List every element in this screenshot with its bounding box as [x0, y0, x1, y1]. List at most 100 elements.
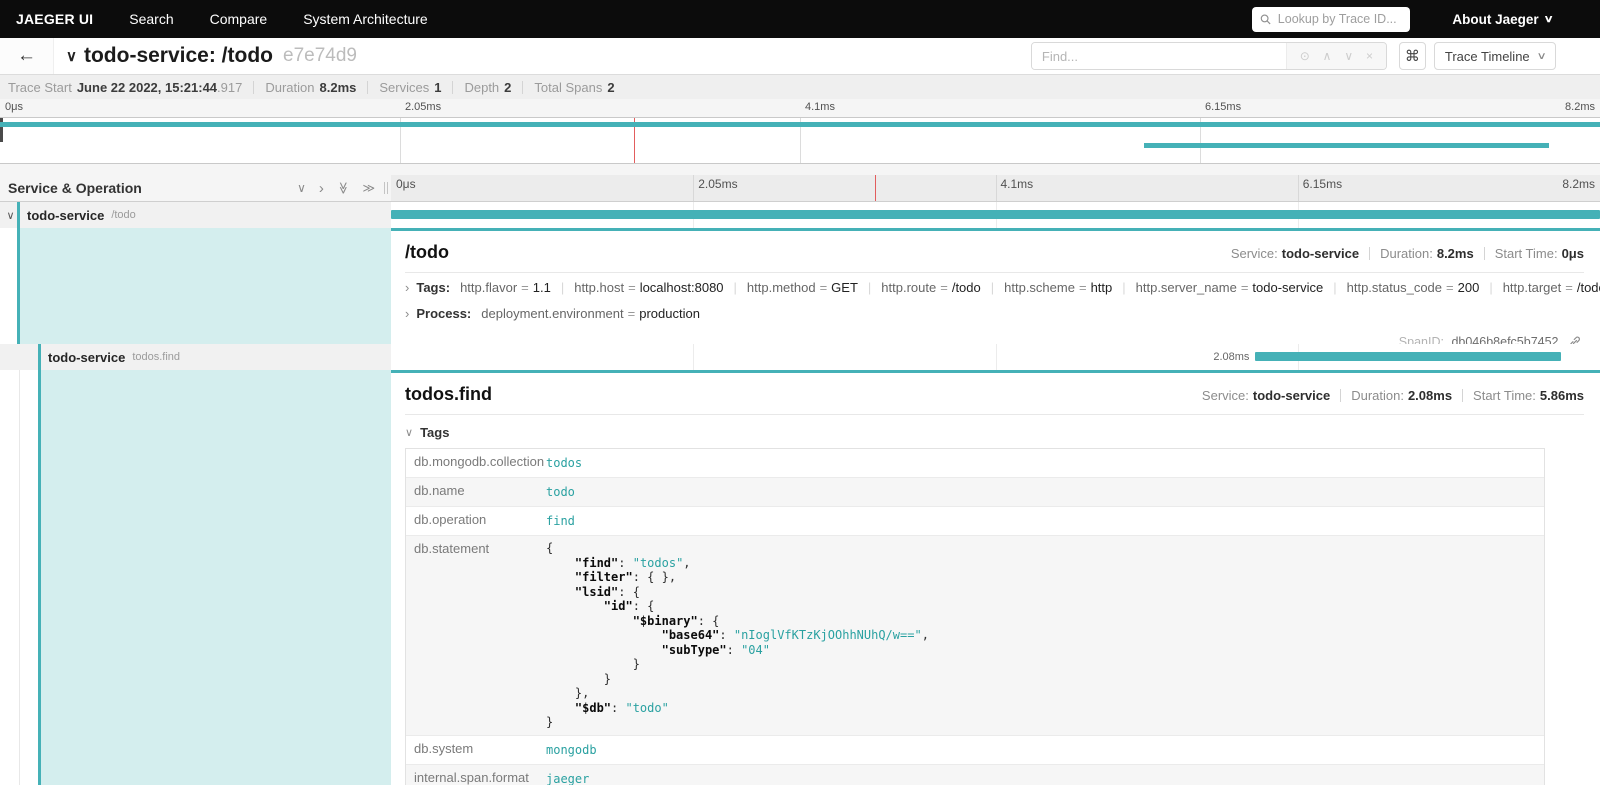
chevron-down-icon: ∨ [1536, 51, 1546, 62]
tag-table-row: db.operationfind [406, 507, 1544, 536]
timeline-ruler: 0μs2.05ms4.1ms6.15ms8.2ms [391, 175, 1600, 202]
chevron-down-icon: ∨ [1543, 14, 1553, 25]
tag-table-value-text: mongodb [546, 743, 597, 757]
summary-value: 1 [434, 80, 441, 95]
back-button[interactable]: ← [0, 38, 54, 74]
time-tick-label: 6.15ms [1303, 177, 1342, 191]
tag-table-key: db.operation [406, 507, 538, 535]
tag-table-row: db.statement{ "find": "todos", "filter":… [406, 536, 1544, 736]
match-highlight-icon[interactable]: ⊙ [1300, 49, 1310, 63]
column-resizer-handle[interactable] [384, 182, 388, 194]
tag-value: production [639, 306, 700, 321]
tag-table-value: todo [538, 478, 1544, 506]
pill-separator: | [1333, 280, 1336, 295]
pill-separator: | [1122, 280, 1125, 295]
summary-value: 2 [607, 80, 614, 95]
find-input[interactable] [1032, 43, 1286, 69]
span-name-cell-todo[interactable]: ∨ todo-service /todo [0, 202, 391, 228]
time-tick-label: 4.1ms [805, 101, 835, 113]
tag-table-value-text: todos [546, 456, 582, 470]
collapse-one-icon[interactable]: ∨ [297, 182, 306, 194]
next-match-icon[interactable]: ∨ [1344, 49, 1353, 63]
summary-separator [452, 81, 453, 94]
tag-table-row: db.nametodo [406, 478, 1544, 507]
chevron-right-icon[interactable]: › [405, 306, 409, 321]
minimap-canvas[interactable] [0, 117, 1600, 164]
app-brand[interactable]: JAEGER UI [0, 11, 111, 27]
span-detail-title: /todo [405, 242, 449, 263]
detail-content-todo: /todo Service:todo-service Duration:8.2m… [391, 228, 1600, 344]
pill-separator: | [734, 280, 737, 295]
equals-sign: = [940, 280, 948, 295]
tag-value: 200 [1458, 280, 1480, 295]
equals-sign: = [1446, 280, 1454, 295]
span-name-cell-todos-find[interactable]: todo-service todos.find [0, 344, 391, 370]
tag-pills: http.flavor=1.1|http.host=localhost:8080… [460, 280, 1600, 295]
span-bar-todos-find[interactable] [1255, 352, 1561, 361]
minimap-ruler: 0μs2.05ms4.1ms6.15ms8.2ms [0, 99, 1600, 117]
time-tick-label: 8.2ms [1565, 101, 1595, 113]
trace-collapse-toggle[interactable]: ∨ [66, 47, 77, 65]
tag-pill: http.flavor=1.1 [460, 280, 551, 295]
summary-item: Services 1 [379, 80, 441, 95]
expand-one-icon[interactable]: › [319, 181, 324, 196]
time-tick-label: 4.1ms [1001, 177, 1034, 191]
prev-match-icon[interactable]: ∧ [1323, 49, 1332, 63]
find-bar: ⊙ ∧ ∨ × [1031, 42, 1387, 70]
nav-item-compare[interactable]: Compare [192, 11, 286, 27]
summary-item: Depth2 [464, 80, 511, 95]
trace-lookup-input[interactable] [1278, 12, 1403, 26]
nav-item-search[interactable]: Search [111, 11, 191, 27]
search-icon [1260, 13, 1271, 26]
link-icon[interactable] [1568, 335, 1582, 344]
chevron-down-icon[interactable]: ∨ [405, 426, 413, 439]
tag-value: GET [831, 280, 858, 295]
trace-view-label: Trace Timeline [1445, 49, 1530, 64]
chevron-down-icon[interactable]: ∨ [4, 209, 17, 222]
pill-separator: | [561, 280, 564, 295]
summary-separator [522, 81, 523, 94]
span-color-accent [38, 344, 41, 370]
tag-table-row: internal.span.format jaeger [406, 765, 1544, 785]
process-label[interactable]: Process: [416, 306, 471, 321]
timeline-cursor-line [875, 175, 876, 201]
span-timeline-todos-find[interactable]: 2.08ms [391, 344, 1600, 370]
nav-item-system-architecture[interactable]: System Architecture [285, 11, 446, 27]
trace-header-bar: ← ∨ todo-service: /todo e7e74d9 ⊙ ∧ ∨ × … [0, 38, 1600, 75]
trace-id: e7e74d9 [283, 45, 357, 67]
tags-section-collapsed: › Tags: http.flavor=1.1|http.host=localh… [405, 280, 1584, 295]
time-tick-label: 8.2ms [1562, 177, 1595, 191]
summary-separator [367, 81, 368, 94]
summary-label: Total Spans [534, 80, 602, 95]
detail-content-todos-find: todos.find Service:todo-service Duration… [391, 370, 1600, 785]
clear-find-icon[interactable]: × [1366, 49, 1373, 63]
equals-sign: = [628, 280, 636, 295]
spanid-label: SpanID: [1399, 335, 1444, 344]
span-row-todo[interactable]: ∨ todo-service /todo [0, 202, 1600, 228]
summary-label: Services [379, 80, 429, 95]
span-detail-todos-find: todos.find Service:todo-service Duration… [0, 370, 1600, 785]
span-service-name: todo-service [48, 350, 125, 365]
time-tick-label: 0μs [5, 101, 23, 113]
detail-rail [0, 370, 391, 785]
span-bar-todo[interactable] [391, 210, 1600, 219]
trace-view-select[interactable]: Trace Timeline ∨ [1434, 42, 1556, 70]
tag-table-key: internal.span.format [406, 765, 538, 785]
tag-table-value-text: jaeger [546, 772, 589, 785]
span-timeline-todo[interactable] [391, 202, 1600, 228]
trace-controls: ⊙ ∧ ∨ × ⌘ Trace Timeline ∨ [1031, 42, 1556, 70]
expand-all-icon[interactable]: ≫ [362, 182, 375, 194]
trace-lookup-search[interactable] [1252, 7, 1410, 32]
span-row-todos-find[interactable]: todo-service todos.find 2.08ms [0, 344, 1600, 370]
keyboard-shortcuts-button[interactable]: ⌘ [1399, 42, 1426, 70]
tags-label[interactable]: Tags [420, 425, 449, 440]
chevron-right-icon[interactable]: › [405, 280, 409, 295]
tag-pill: http.route=/todo [881, 280, 980, 295]
tag-pill: deployment.environment=production [481, 306, 700, 321]
tags-label[interactable]: Tags: [416, 280, 450, 295]
tag-key: http.status_code [1347, 280, 1442, 295]
collapse-all-icon[interactable]: ≫ [337, 182, 349, 195]
about-jaeger-menu[interactable]: About Jaeger ∨ [1452, 12, 1552, 27]
tag-table-value-text: todo [546, 485, 575, 499]
summary-value: June 22 2022, 15:21:44 [77, 80, 217, 95]
